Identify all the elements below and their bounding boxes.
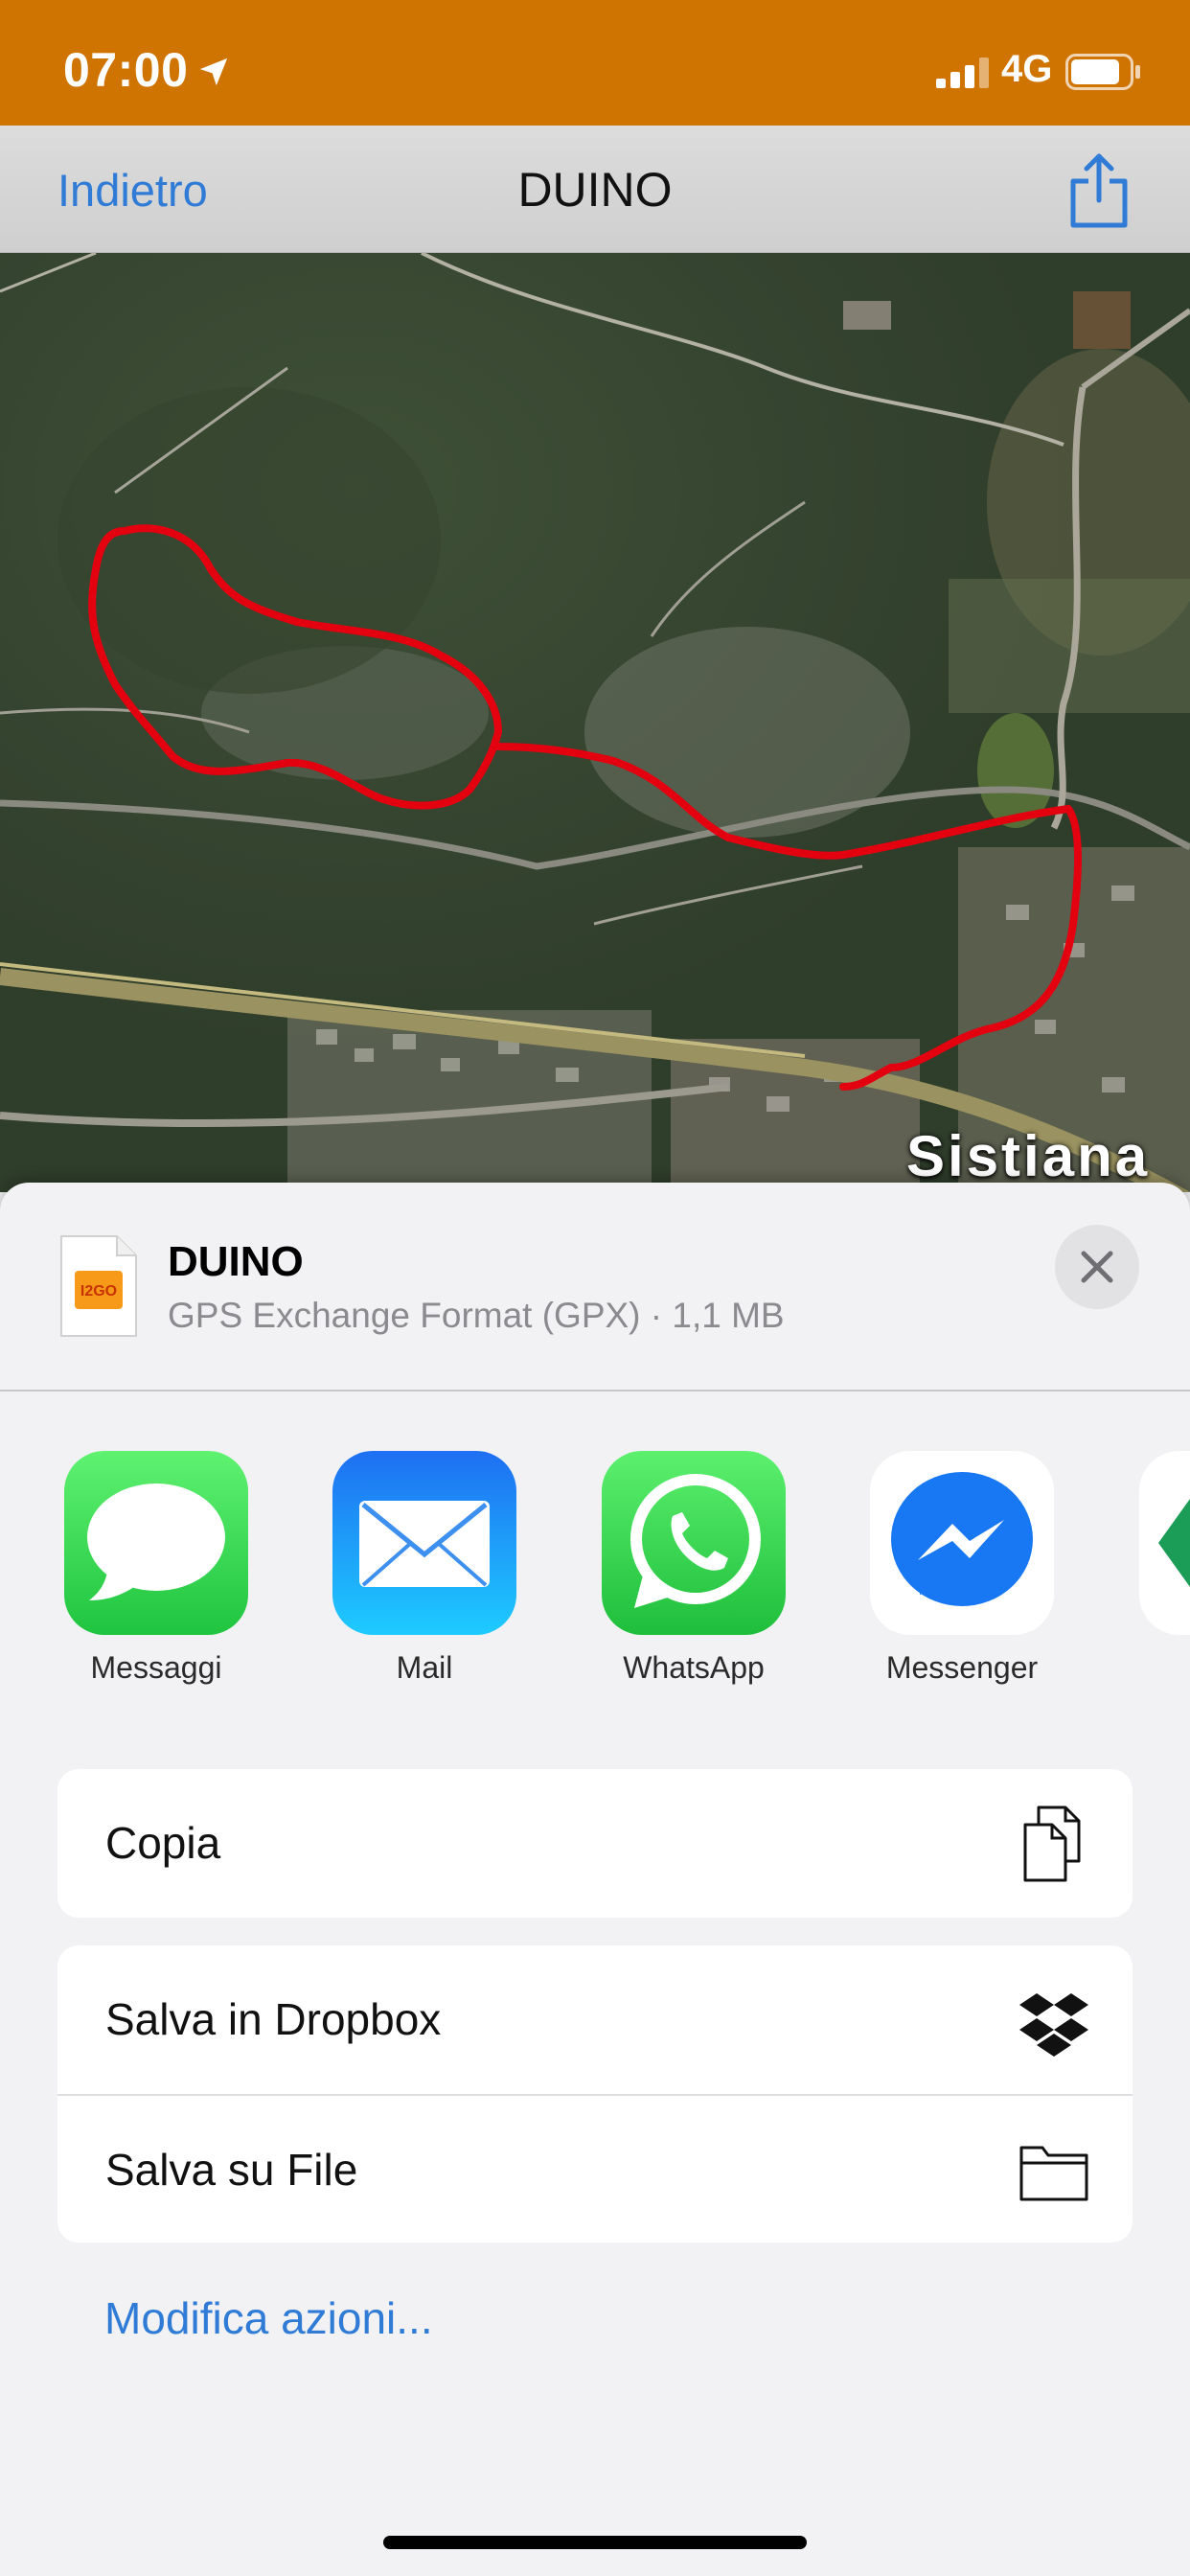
status-bar: 07:00 4G xyxy=(0,0,1190,126)
file-name: DUINO xyxy=(168,1238,304,1285)
share-icon[interactable] xyxy=(1065,152,1133,229)
app-label: Messaggi xyxy=(90,1650,222,1685)
whatsapp-icon xyxy=(602,1451,786,1635)
action-group-copy: Copia xyxy=(57,1769,1133,1918)
mail-icon xyxy=(332,1451,516,1635)
share-app-messenger[interactable]: Messenger xyxy=(852,1451,1072,1686)
action-save-files[interactable]: Salva su File xyxy=(57,2094,1133,2242)
dropbox-icon xyxy=(1019,1993,1088,2057)
action-copy[interactable]: Copia xyxy=(57,1769,1133,1918)
close-button[interactable] xyxy=(1055,1225,1139,1309)
file-document-icon: I2GO xyxy=(60,1235,137,1337)
map-place-label: Sistiana xyxy=(906,1124,1151,1188)
file-app-badge: I2GO xyxy=(80,1283,117,1300)
action-label: Salva in Dropbox xyxy=(105,1994,442,2044)
share-app-messages[interactable]: Messaggi xyxy=(46,1451,266,1686)
copy-icon xyxy=(1023,1806,1081,1882)
action-label: Copia xyxy=(105,1818,221,1868)
app-label: Messenger xyxy=(885,1650,1039,1685)
navigation-bar: Indietro DUINO xyxy=(0,126,1190,253)
folder-icon xyxy=(1019,2146,1088,2201)
share-app-mail[interactable]: Mail xyxy=(314,1451,535,1686)
page-title: DUINO xyxy=(517,163,673,217)
location-arrow-icon xyxy=(199,58,228,86)
action-group-save: Salva in Dropbox Salva su File xyxy=(57,1945,1133,2242)
satellite-map[interactable]: Sistiana xyxy=(0,253,1190,1192)
file-header: I2GO DUINO GPS Exchange Format (GPX) · 1… xyxy=(0,1183,1190,1392)
partial-app-icon xyxy=(1158,1499,1190,1587)
action-save-dropbox[interactable]: Salva in Dropbox xyxy=(57,1945,1133,2094)
app-label: Mail xyxy=(396,1650,453,1685)
file-meta: GPS Exchange Format (GPX) · 1,1 MB xyxy=(168,1296,785,1335)
edit-actions-link[interactable]: Modifica azioni... xyxy=(104,2292,433,2344)
network-type: 4G xyxy=(1001,48,1053,90)
status-time: 07:00 xyxy=(63,43,189,97)
share-sheet: I2GO DUINO GPS Exchange Format (GPX) · 1… xyxy=(0,1183,1190,2576)
battery-icon xyxy=(1065,54,1140,90)
action-label: Salva su File xyxy=(105,2145,358,2195)
share-app-partial[interactable] xyxy=(1139,1451,1190,1635)
share-app-whatsapp[interactable]: WhatsApp xyxy=(584,1451,804,1686)
app-label: WhatsApp xyxy=(623,1650,765,1685)
messages-icon xyxy=(64,1451,248,1635)
close-icon xyxy=(1081,1251,1113,1283)
map-canvas xyxy=(0,253,1190,1192)
messenger-icon xyxy=(870,1451,1054,1635)
home-indicator[interactable] xyxy=(383,2536,807,2549)
cellular-signal-icon xyxy=(936,58,989,88)
